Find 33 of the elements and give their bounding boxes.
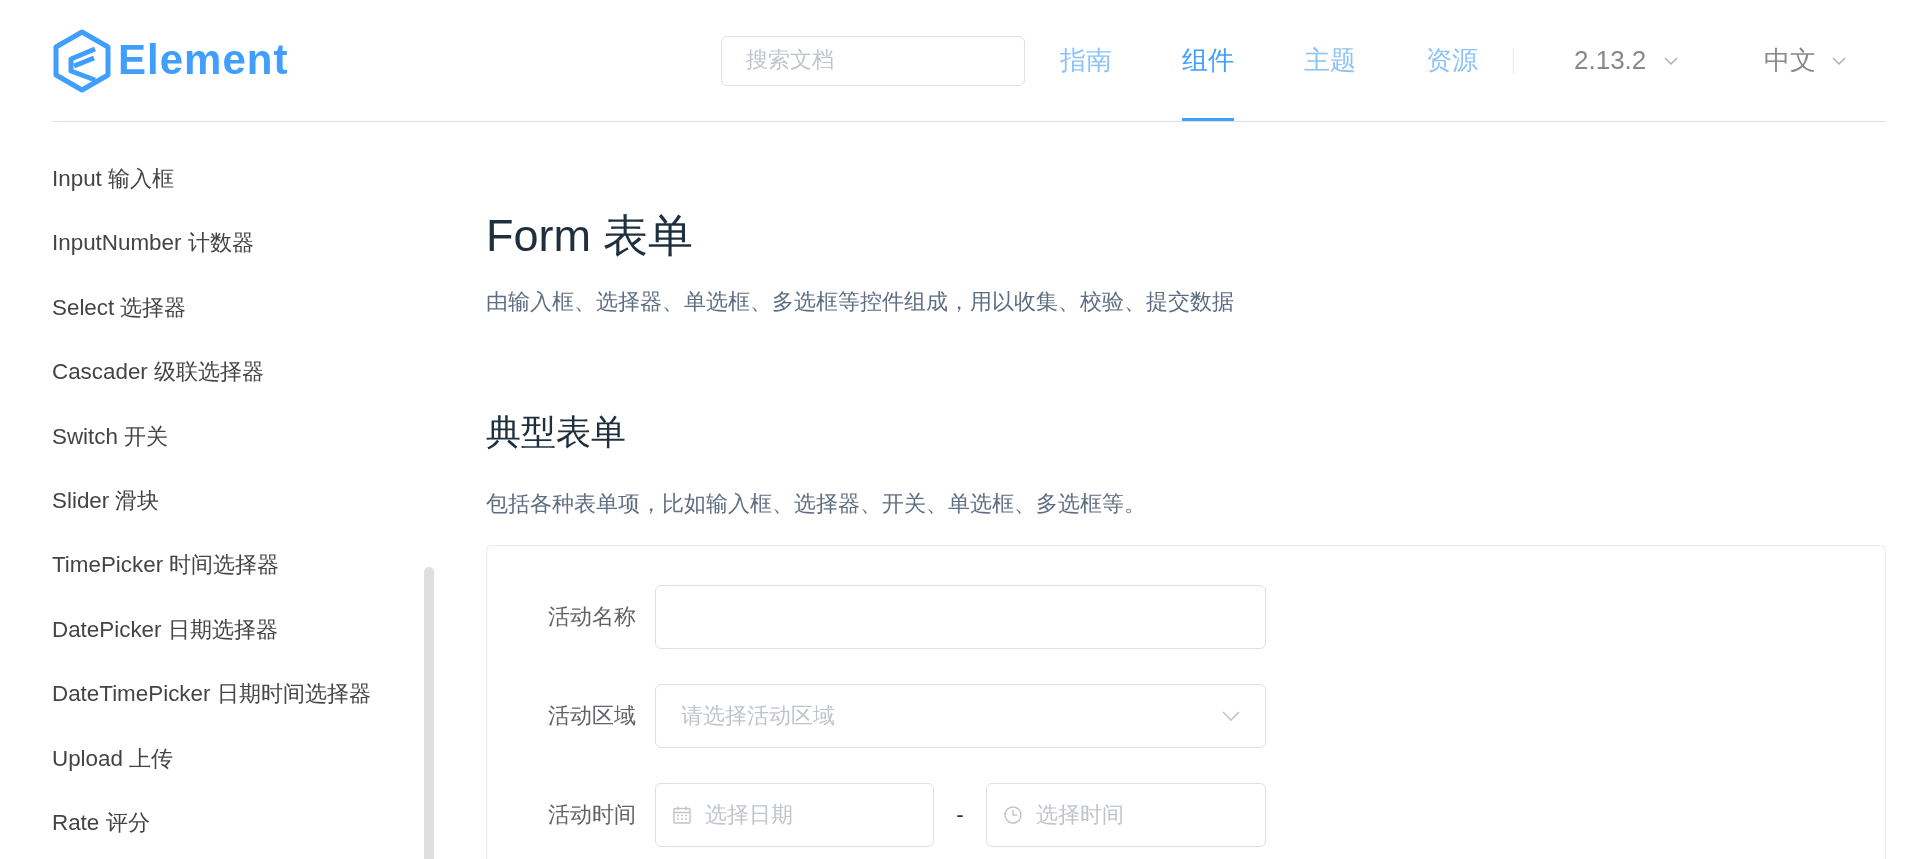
form-label: 活动区域 (548, 702, 636, 731)
sidebar-item[interactable]: Select 选择器 (52, 292, 187, 324)
sidebar-item[interactable]: Switch 开关 (52, 421, 169, 452)
page-description: 由输入框、选择器、单选框、多选框等控件组成，用以收集、校验、提交数据 (486, 288, 1234, 316)
section-description: 包括各种表单项，比如输入框、选择器、开关、单选框、多选框等。 (486, 490, 1146, 519)
logo-icon[interactable] (52, 28, 112, 93)
scrollbar-thumb[interactable] (424, 567, 434, 859)
sidebar-item[interactable]: Input 输入框 (52, 164, 175, 195)
select-field[interactable]: 请选择活动区域 (655, 684, 1266, 748)
version-dropdown[interactable]: 2.13.2 (1574, 44, 1679, 77)
date-field[interactable]: 选择日期 (655, 783, 934, 847)
range-separator: - (956, 801, 964, 829)
sidebar-item[interactable]: TimePicker 时间选择器 (52, 550, 280, 581)
form-label: 活动时间 (548, 801, 636, 830)
language-dropdown[interactable]: 中文 (1764, 44, 1847, 77)
calendar-icon (673, 806, 691, 824)
time-field[interactable]: 选择时间 (986, 783, 1266, 847)
caret-down-icon (1222, 711, 1240, 721)
sidebar-item[interactable]: DateTimePicker 日期时间选择器 (52, 679, 371, 710)
sidebar-item[interactable]: Upload 上传 (52, 743, 174, 774)
sidebar-item[interactable]: Slider 滑块 (52, 486, 160, 517)
search-field[interactable]: 搜索文档 (721, 35, 1025, 86)
form-label: 活动名称 (548, 603, 636, 632)
sidebar-item[interactable]: Cascader 级联选择器 (52, 357, 265, 388)
sidebar-item[interactable]: InputNumber 计数器 (52, 228, 254, 259)
input-field[interactable] (655, 585, 1266, 649)
sidebar-item[interactable]: DatePicker 日期选择器 (52, 614, 278, 646)
caret-down-icon (1832, 56, 1847, 65)
section-title: 典型表单 (486, 410, 626, 453)
page-title: Form 表单 (486, 209, 694, 263)
sidebar-item[interactable]: Rate 评分 (52, 808, 150, 839)
caret-down-icon (1664, 56, 1679, 65)
clock-icon (1004, 806, 1022, 824)
